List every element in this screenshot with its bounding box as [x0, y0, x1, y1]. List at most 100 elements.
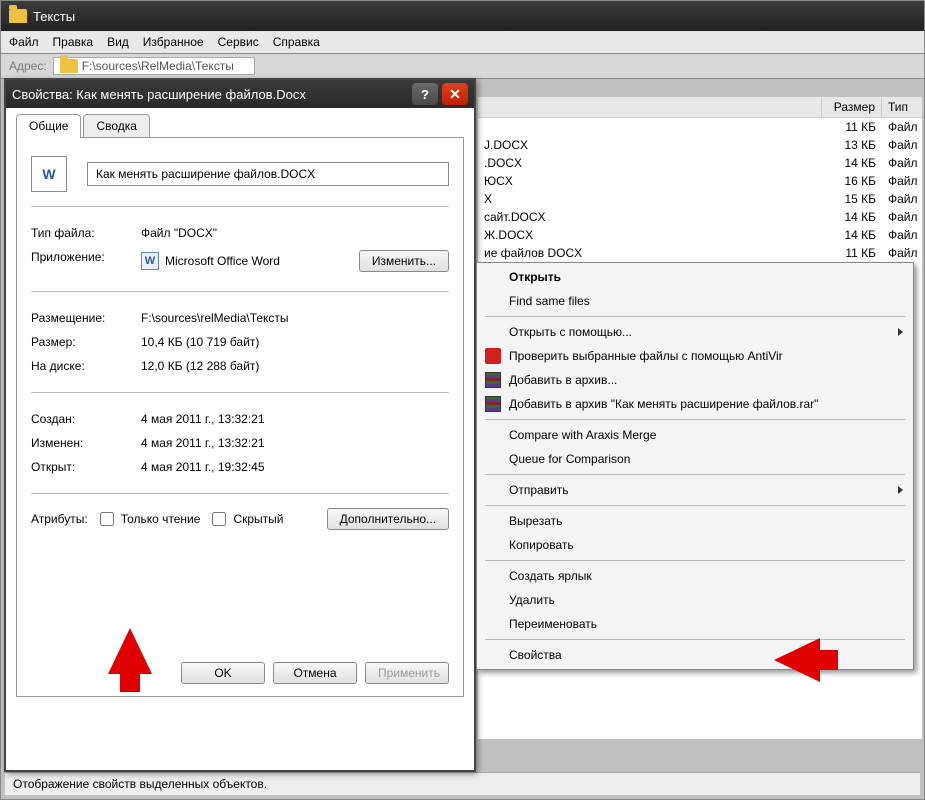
menu-view[interactable]: Вид: [107, 35, 129, 49]
menu-favorites[interactable]: Избранное: [143, 35, 204, 49]
ctx-antivir[interactable]: Проверить выбранные файлы с помощью Anti…: [479, 344, 911, 368]
file-type: Файл: [882, 228, 922, 242]
cancel-button[interactable]: Отмена: [273, 662, 357, 684]
col-type[interactable]: Тип: [882, 97, 922, 117]
ctx-cut[interactable]: Вырезать: [479, 509, 911, 533]
file-row[interactable]: 11 КБФайл: [478, 118, 922, 136]
ctx-delete[interactable]: Удалить: [479, 588, 911, 612]
row-created: Создан: 4 мая 2011 г., 13:32:21: [31, 407, 449, 431]
label-created: Создан:: [31, 412, 141, 426]
file-header-row: W Как менять расширение файлов.DOCX: [31, 156, 449, 192]
label-ondisk: На диске:: [31, 359, 141, 373]
separator: [31, 392, 449, 393]
ctx-archive-named[interactable]: Добавить в архив "Как менять расширение …: [479, 392, 911, 416]
context-menu: Открыть Find same files Открыть с помощь…: [476, 262, 914, 670]
checkbox-hidden-input[interactable]: [212, 512, 226, 526]
checkbox-readonly[interactable]: Только чтение: [96, 509, 201, 529]
label-readonly: Только чтение: [121, 512, 201, 526]
value-size: 10,4 КБ (10 719 байт): [141, 335, 449, 349]
checkbox-hidden[interactable]: Скрытый: [208, 509, 283, 529]
chevron-right-icon: [898, 328, 903, 336]
tab-panel: W Как менять расширение файлов.DOCX Тип …: [16, 137, 464, 697]
value-application: Microsoft Office Word: [165, 254, 280, 268]
folder-icon: [9, 9, 27, 23]
col-size[interactable]: Размер: [822, 97, 882, 117]
address-text: F:\sources\RelMedia\Тексты: [82, 59, 234, 73]
file-row[interactable]: Ж.DOCX14 КБФайл: [478, 226, 922, 244]
tab-general[interactable]: Общие: [16, 114, 81, 138]
row-attributes: Атрибуты: Только чтение Скрытый Дополнит…: [31, 508, 449, 530]
ctx-rename[interactable]: Переименовать: [479, 612, 911, 636]
ctx-open-with[interactable]: Открыть с помощью...: [479, 320, 911, 344]
row-filetype: Тип файла: Файл "DOCX": [31, 221, 449, 245]
file-name: Ж.DOCX: [478, 228, 822, 242]
file-row[interactable]: J.DOCX13 КБФайл: [478, 136, 922, 154]
address-value[interactable]: F:\sources\RelMedia\Тексты: [53, 57, 255, 75]
file-row[interactable]: сайт.DOCX14 КБФайл: [478, 208, 922, 226]
change-app-button[interactable]: Изменить...: [359, 250, 449, 272]
help-button[interactable]: ?: [412, 83, 438, 105]
row-accessed: Открыт: 4 мая 2011 г., 19:32:45: [31, 455, 449, 479]
row-modified: Изменен: 4 мая 2011 г., 13:32:21: [31, 431, 449, 455]
ctx-properties[interactable]: Свойства: [479, 643, 911, 667]
file-size: 15 КБ: [822, 192, 882, 206]
file-size: 16 КБ: [822, 174, 882, 188]
file-size: 14 КБ: [822, 210, 882, 224]
file-name: [478, 120, 822, 134]
checkbox-readonly-input[interactable]: [100, 512, 114, 526]
separator: [31, 493, 449, 494]
close-button[interactable]: ✕: [442, 83, 468, 105]
file-type: Файл: [882, 192, 922, 206]
file-type: Файл: [882, 174, 922, 188]
ctx-archive-add[interactable]: Добавить в архив...: [479, 368, 911, 392]
file-size: 14 КБ: [822, 156, 882, 170]
col-name[interactable]: [478, 97, 822, 117]
label-location: Размещение:: [31, 311, 141, 325]
ctx-open[interactable]: Открыть: [479, 265, 911, 289]
ctx-compare[interactable]: Compare with Araxis Merge: [479, 423, 911, 447]
dialog-footer: OK Отмена Применить: [181, 662, 449, 684]
tab-summary[interactable]: Сводка: [83, 114, 150, 138]
filename-input[interactable]: Как менять расширение файлов.DOCX: [87, 162, 449, 186]
menu-file[interactable]: Файл: [9, 35, 39, 49]
value-created: 4 мая 2011 г., 13:32:21: [141, 412, 449, 426]
apply-button[interactable]: Применить: [365, 662, 449, 684]
file-list-header: Размер Тип: [478, 97, 922, 118]
chevron-right-icon: [898, 486, 903, 494]
file-size: 14 КБ: [822, 228, 882, 242]
ctx-send[interactable]: Отправить: [479, 478, 911, 502]
file-name: ие файлов DOCX: [478, 246, 822, 260]
row-ondisk: На диске: 12,0 КБ (12 288 байт): [31, 354, 449, 378]
ctx-separator: [485, 560, 905, 561]
ctx-separator: [485, 419, 905, 420]
menu-edit[interactable]: Правка: [53, 35, 94, 49]
file-row[interactable]: .DOCX14 КБФайл: [478, 154, 922, 172]
file-size: 13 КБ: [822, 138, 882, 152]
file-name: ЮCX: [478, 174, 822, 188]
menu-help[interactable]: Справка: [273, 35, 320, 49]
dialog-tabs: Общие Сводка: [16, 114, 464, 138]
menu-tools[interactable]: Сервис: [218, 35, 259, 49]
advanced-button[interactable]: Дополнительно...: [327, 508, 449, 530]
file-type: Файл: [882, 246, 922, 260]
address-bar: Адрес: F:\sources\RelMedia\Тексты: [1, 54, 924, 79]
file-row[interactable]: ЮCX16 КБФайл: [478, 172, 922, 190]
rar-icon: [485, 396, 501, 412]
file-rows: 11 КБФайлJ.DOCX13 КБФайл.DOCX14 КБФайлЮC…: [478, 118, 922, 262]
ok-button[interactable]: OK: [181, 662, 265, 684]
ctx-separator: [485, 474, 905, 475]
ctx-find-same[interactable]: Find same files: [479, 289, 911, 313]
file-row[interactable]: ие файлов DOCX11 КБФайл: [478, 244, 922, 262]
file-type: Файл: [882, 138, 922, 152]
label-size: Размер:: [31, 335, 141, 349]
label-attributes: Атрибуты:: [31, 512, 88, 526]
properties-dialog: Свойства: Как менять расширение файлов.D…: [4, 78, 476, 772]
file-name: J.DOCX: [478, 138, 822, 152]
ctx-copy[interactable]: Копировать: [479, 533, 911, 557]
ctx-separator: [485, 316, 905, 317]
dialog-titlebar[interactable]: Свойства: Как менять расширение файлов.D…: [6, 80, 474, 108]
file-row[interactable]: X15 КБФайл: [478, 190, 922, 208]
ctx-queue[interactable]: Queue for Comparison: [479, 447, 911, 471]
ctx-shortcut[interactable]: Создать ярлык: [479, 564, 911, 588]
docx-icon: W: [31, 156, 67, 192]
